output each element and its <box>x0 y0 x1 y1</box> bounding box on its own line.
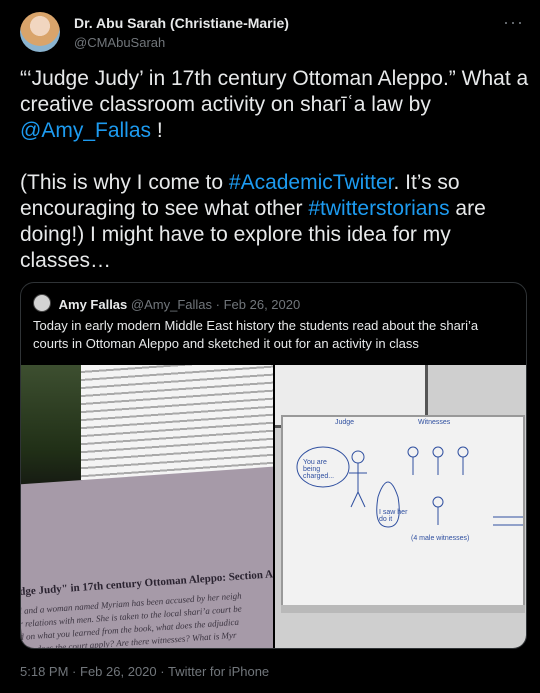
tweet-text-part: “‘Judge Judy’ in 17th century Ottoman Al… <box>20 67 529 116</box>
whiteboard: Judge Witnesses You are being charged...… <box>281 415 525 609</box>
quoted-separator: · <box>215 297 220 312</box>
quoted-image-handout[interactable]: dge Judy" in 17th century Ottoman Aleppo… <box>21 365 273 648</box>
quoted-author-handle[interactable]: @Amy_Fallas <box>131 297 212 312</box>
quoted-tweet[interactable]: Amy Fallas @Amy_Fallas · Feb 26, 2020 To… <box>20 282 527 649</box>
quoted-avatar[interactable] <box>33 294 51 312</box>
tweet-client[interactable]: Twitter for iPhone <box>168 664 269 679</box>
tweet-text: “‘Judge Judy’ in 17th century Ottoman Al… <box>20 66 530 274</box>
tweet-time[interactable]: 5:18 PM <box>20 664 68 679</box>
quoted-author-name[interactable]: Amy Fallas <box>59 297 128 312</box>
tweet-paragraph-2: (This is why I come to #AcademicTwitter.… <box>20 170 530 274</box>
marker-tray <box>281 605 525 613</box>
quoted-date[interactable]: Feb 26, 2020 <box>224 297 301 312</box>
board-label-witnesses: Witnesses <box>418 419 451 426</box>
footer-separator: · <box>72 664 77 679</box>
tweet-text-part: ! <box>151 119 163 142</box>
hashtag-link-twitterstorians[interactable]: #twitterstorians <box>308 197 449 220</box>
board-label-judge: Judge <box>335 419 355 426</box>
board-speech-bubble: You are being charged... <box>303 459 335 480</box>
quoted-tweet-text: Today in early modern Middle East histor… <box>33 318 479 351</box>
author-name[interactable]: Dr. Abu Sarah (Christiane-Marie) <box>74 15 289 31</box>
author-handle[interactable]: @CMAbuSarah <box>74 35 165 50</box>
footer-separator: · <box>160 664 165 679</box>
tweet-metadata: 5:18 PM · Feb 26, 2020 · Twitter for iPh… <box>20 664 269 679</box>
quoted-tweet-header: Amy Fallas @Amy_Fallas · Feb 26, 2020 <box>33 294 300 312</box>
mention-link[interactable]: @Amy_Fallas <box>20 119 151 142</box>
board-note-witnesses: (4 male witnesses) <box>411 535 470 542</box>
more-options-icon[interactable]: ··· <box>503 12 524 33</box>
tweet-paragraph-1: “‘Judge Judy’ in 17th century Ottoman Al… <box>20 66 530 144</box>
board-note-saw: I saw her do it <box>379 509 408 523</box>
window-blinds <box>81 365 273 480</box>
hashtag-link-academictwitter[interactable]: #AcademicTwitter <box>229 171 394 194</box>
tweet-text-part: (This is why I come to <box>20 171 229 194</box>
quoted-image-whiteboard[interactable]: Judge Witnesses You are being charged...… <box>275 365 526 648</box>
tweet-date[interactable]: Feb 26, 2020 <box>80 664 157 679</box>
avatar[interactable] <box>20 12 60 52</box>
